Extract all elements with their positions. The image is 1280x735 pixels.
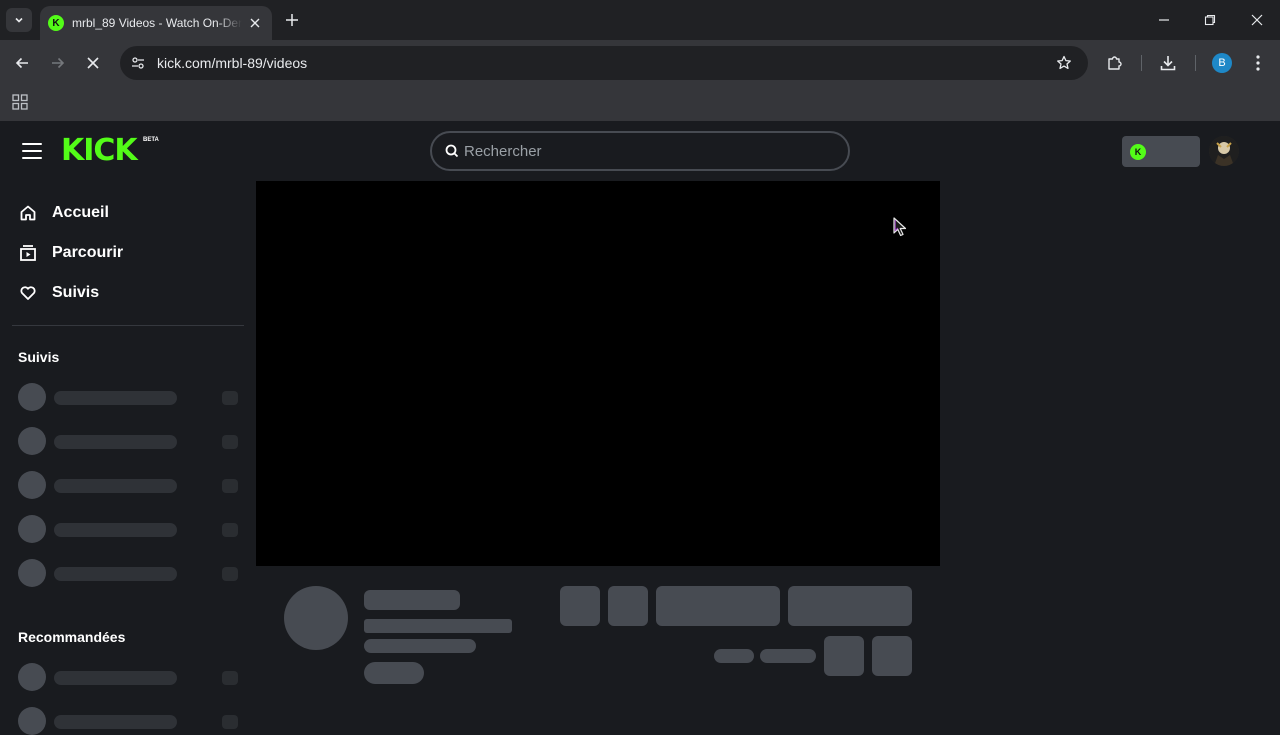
action-button-skeleton xyxy=(560,586,600,626)
following-skeleton-item xyxy=(18,383,238,411)
minimize-icon xyxy=(1159,19,1169,21)
browser-tab-bar: K mrbl_89 Videos - Watch On-Demand xyxy=(0,0,1280,40)
icon-button-skeleton xyxy=(872,636,912,676)
profile-avatar[interactable]: B xyxy=(1212,53,1232,73)
close-window-button[interactable] xyxy=(1245,8,1269,32)
close-icon xyxy=(87,57,99,69)
sidebar-divider xyxy=(12,325,244,326)
bookmarks-bar xyxy=(0,86,1280,121)
nav-label: Parcourir xyxy=(52,244,124,261)
following-skeleton-item xyxy=(18,515,238,543)
forward-button[interactable] xyxy=(46,51,70,75)
search-placeholder: Rechercher xyxy=(464,143,542,160)
beta-badge: BETA xyxy=(143,137,159,143)
minimize-button[interactable] xyxy=(1152,8,1176,32)
back-button[interactable] xyxy=(10,51,34,75)
search-input[interactable]: Rechercher xyxy=(430,131,850,171)
recommended-skeleton-item xyxy=(18,707,238,735)
nav-item-following[interactable]: Suivis xyxy=(18,281,99,305)
tab-search-button[interactable] xyxy=(6,8,32,32)
extensions-button[interactable] xyxy=(1103,51,1127,75)
nav-label: Suivis xyxy=(52,284,100,301)
stat-skeleton xyxy=(714,649,754,663)
apps-button[interactable] xyxy=(11,93,29,111)
kick-logo[interactable]: KICK BETA xyxy=(61,136,159,166)
following-skeleton-item xyxy=(18,559,238,587)
puzzle-icon xyxy=(1108,56,1122,70)
kick-favicon-icon: K xyxy=(48,15,64,31)
recommended-heading: Recommandées xyxy=(18,629,126,645)
browser-toolbar: kick.com/mrbl-89/videos B xyxy=(0,40,1280,86)
stat-skeleton xyxy=(760,649,816,663)
sidebar: Accueil Parcourir Suivis Suivis Recomman… xyxy=(0,181,256,735)
arrow-right-icon xyxy=(52,57,65,69)
nav-item-browse[interactable]: Parcourir xyxy=(18,241,123,265)
close-icon xyxy=(250,18,260,28)
user-avatar[interactable] xyxy=(1209,136,1239,166)
nav-label: Accueil xyxy=(52,204,109,221)
tab-title: mrbl_89 Videos - Watch On-Demand xyxy=(72,16,242,30)
hamburger-menu-button[interactable] xyxy=(22,142,42,160)
following-heading: Suivis xyxy=(18,349,60,365)
action-button-skeleton xyxy=(788,586,912,626)
apps-grid-icon xyxy=(12,94,28,110)
restore-button[interactable] xyxy=(1198,8,1222,32)
browser-menu-button[interactable] xyxy=(1246,51,1270,75)
channel-name-skeleton xyxy=(364,590,460,610)
search-icon xyxy=(445,144,459,158)
heart-icon xyxy=(18,283,38,303)
downloads-button[interactable] xyxy=(1156,51,1180,75)
more-vertical-icon xyxy=(1256,55,1260,71)
mouse-cursor-icon xyxy=(893,217,907,237)
recommended-skeleton-item xyxy=(18,663,238,691)
site-header: KICK BETA Rechercher K xyxy=(0,121,1280,181)
chevron-down-icon xyxy=(15,17,23,23)
kick-coin-icon: K xyxy=(1130,144,1146,160)
browse-icon xyxy=(18,243,38,263)
following-skeleton-item xyxy=(18,427,238,455)
stop-loading-button[interactable] xyxy=(81,51,105,75)
home-icon xyxy=(18,203,38,223)
url-text: kick.com/mrbl-89/videos xyxy=(157,55,308,71)
video-player[interactable] xyxy=(256,181,940,566)
following-skeleton-item xyxy=(18,471,238,499)
star-icon xyxy=(1057,55,1071,70)
address-bar[interactable]: kick.com/mrbl-89/videos xyxy=(120,46,1088,80)
channel-tag-skeleton xyxy=(364,662,424,684)
channel-subtitle-skeleton xyxy=(364,639,476,653)
bookmark-star-button[interactable] xyxy=(1054,53,1074,73)
tab-close-button[interactable] xyxy=(246,14,264,32)
header-action-button[interactable]: K xyxy=(1122,136,1200,167)
action-button-skeleton xyxy=(608,586,648,626)
site-info-icon[interactable] xyxy=(128,53,148,73)
icon-button-skeleton xyxy=(824,636,864,676)
arrow-left-icon xyxy=(15,57,28,69)
action-button-skeleton xyxy=(656,586,780,626)
download-icon xyxy=(1160,56,1176,71)
avatar-image xyxy=(1209,136,1239,166)
close-icon xyxy=(1251,14,1263,26)
channel-avatar-skeleton xyxy=(284,586,348,650)
browser-tab[interactable]: K mrbl_89 Videos - Watch On-Demand xyxy=(40,6,272,40)
channel-title-skeleton xyxy=(364,619,512,633)
restore-icon xyxy=(1204,14,1216,26)
plus-icon xyxy=(286,14,298,26)
new-tab-button[interactable] xyxy=(282,10,302,30)
nav-item-home[interactable]: Accueil xyxy=(18,201,109,225)
